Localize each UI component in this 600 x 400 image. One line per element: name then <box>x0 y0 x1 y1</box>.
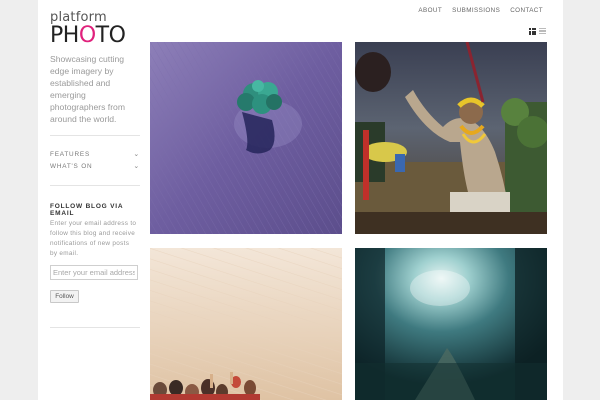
grid-view-icon[interactable] <box>529 28 536 35</box>
top-navigation: ABOUT SUBMISSIONS CONTACT <box>418 7 543 14</box>
follow-button[interactable]: Follow <box>50 290 79 303</box>
sidebar-divider <box>50 327 140 328</box>
menu-item-features[interactable]: FEATURES ⌄ <box>50 151 140 161</box>
site-logo[interactable]: platform PHOTO <box>50 11 141 47</box>
logo-photo-accent: O <box>78 23 96 48</box>
sidebar: platform PHOTO Showcasing cutting edge i… <box>50 0 141 400</box>
photo-sunlit-forest-road-image <box>355 248 547 400</box>
nav-link-contact[interactable]: CONTACT <box>510 7 543 14</box>
view-toggle <box>529 28 546 35</box>
photo-aerial-tree-field[interactable] <box>150 42 342 234</box>
chevron-down-icon: ⌄ <box>133 163 140 170</box>
site-tagline: Showcasing cutting edge imagery by estab… <box>50 54 125 124</box>
menu-item-label: WHAT'S ON <box>50 163 93 170</box>
photo-aerial-tree-field-image <box>150 42 342 234</box>
menu-item-label: FEATURES <box>50 151 91 158</box>
follow-widget-description: Enter your email address to follow this … <box>50 220 137 257</box>
follow-widget-title: FOLLOW BLOG VIA EMAIL <box>50 203 124 217</box>
photo-sunlit-forest-road[interactable] <box>355 248 547 400</box>
nav-link-about[interactable]: ABOUT <box>418 7 442 14</box>
photo-holy-man-procession[interactable] <box>355 42 547 234</box>
chevron-down-icon: ⌄ <box>133 151 140 158</box>
menu-item-whats-on[interactable]: WHAT'S ON ⌄ <box>50 163 140 173</box>
logo-photo-suffix: TO <box>95 23 126 48</box>
photo-sand-crowd[interactable] <box>150 248 342 400</box>
nav-link-submissions[interactable]: SUBMISSIONS <box>452 7 500 14</box>
email-field[interactable] <box>50 265 138 280</box>
logo-line-photo: PHOTO <box>50 23 126 48</box>
sidebar-divider <box>50 135 140 136</box>
logo-photo-prefix: PH <box>50 23 79 48</box>
photo-holy-man-procession-image <box>355 42 547 234</box>
sidebar-divider <box>50 185 140 186</box>
photo-sand-crowd-image <box>150 248 342 400</box>
list-view-icon[interactable] <box>539 28 546 35</box>
page-container: platform PHOTO Showcasing cutting edge i… <box>38 0 563 400</box>
